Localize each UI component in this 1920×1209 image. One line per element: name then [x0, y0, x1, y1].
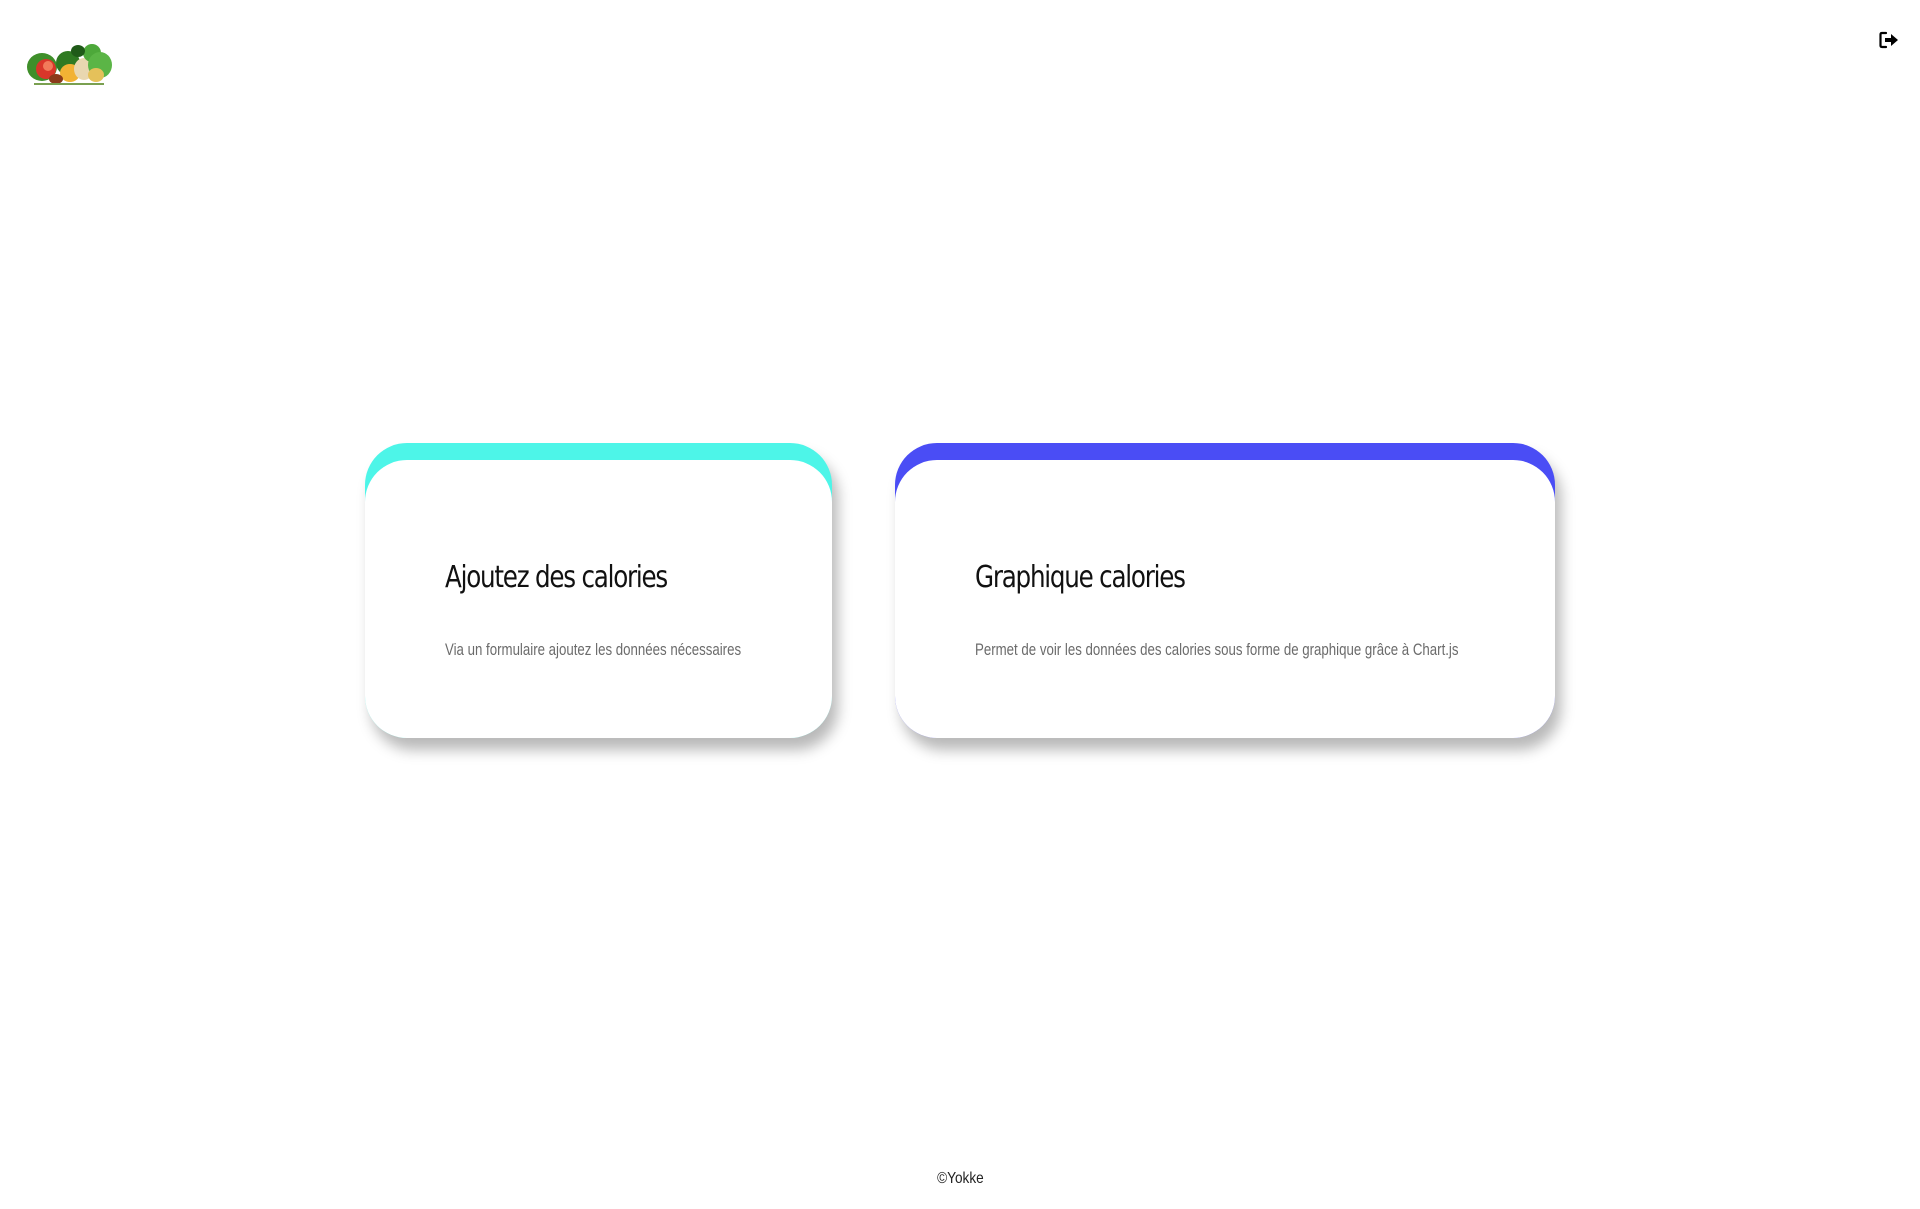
footer: ©Yokke	[0, 1170, 1920, 1188]
add-calories-card[interactable]: Ajoutez des calories Via un formulaire a…	[365, 443, 832, 738]
calories-chart-card[interactable]: Graphique calories Permet de voir les do…	[895, 443, 1555, 738]
card-title: Ajoutez des calories	[445, 560, 668, 595]
card-description: Via un formulaire ajoutez les données né…	[445, 640, 742, 659]
card-body: Graphique calories Permet de voir les do…	[895, 460, 1555, 738]
card-title: Graphique calories	[975, 560, 1186, 595]
card-body: Ajoutez des calories Via un formulaire a…	[365, 460, 832, 738]
sign-out-icon	[1878, 31, 1900, 54]
vegetables-logo-icon[interactable]	[26, 39, 114, 87]
page: Ajoutez des calories Via un formulaire a…	[0, 0, 1920, 1209]
logout-button[interactable]	[1878, 30, 1900, 50]
copyright-text: ©Yokke	[936, 1170, 984, 1187]
card-description: Permet de voir les données des calories …	[975, 640, 1459, 659]
